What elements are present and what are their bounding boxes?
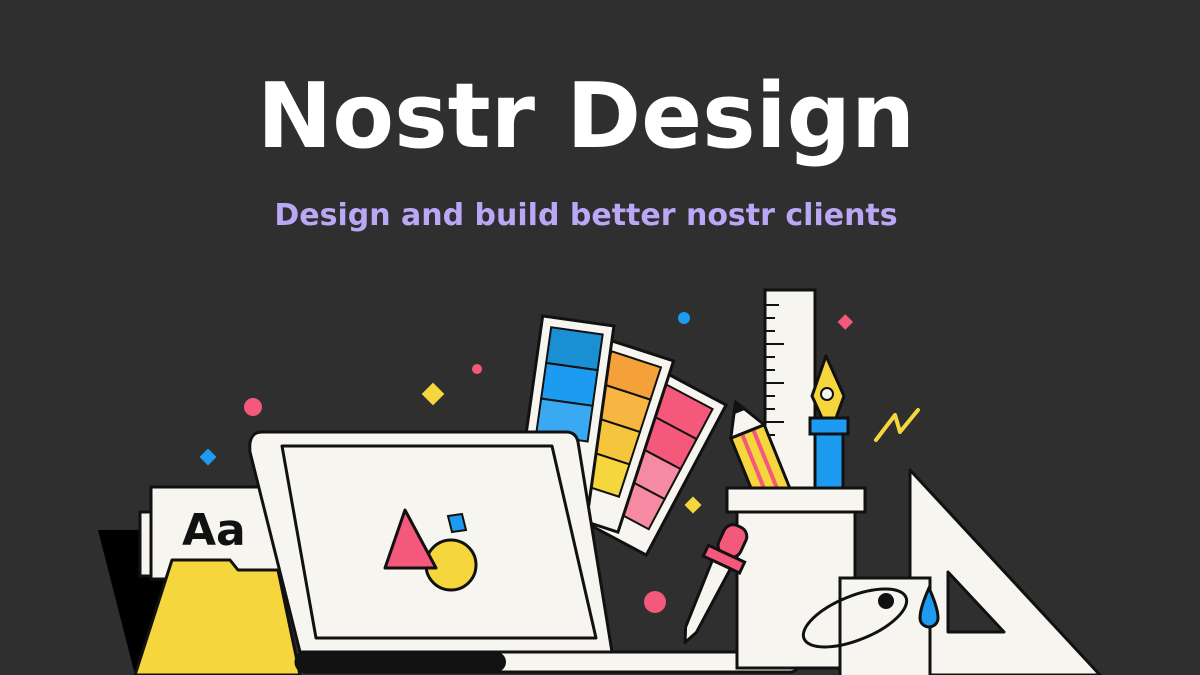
type-specimen-text: Aa xyxy=(182,505,246,556)
pink-dot-icon xyxy=(472,364,482,374)
pink-diamond-icon xyxy=(837,314,854,330)
set-square-icon xyxy=(908,468,1102,675)
blue-dot-icon xyxy=(678,312,690,324)
lightning-bolt-icon xyxy=(874,408,920,442)
yellow-diamond-icon xyxy=(421,382,445,406)
blue-diamond-icon xyxy=(199,448,217,466)
pink-dot-icon xyxy=(644,591,666,613)
hero-banner: Aa Nostr Design Design and build better … xyxy=(0,0,1200,675)
page-title: Nostr Design xyxy=(256,64,916,169)
page-subtitle: Design and build better nostr clients xyxy=(274,198,898,233)
pink-dot-icon xyxy=(244,398,262,416)
yellow-diamond-icon xyxy=(684,496,702,514)
